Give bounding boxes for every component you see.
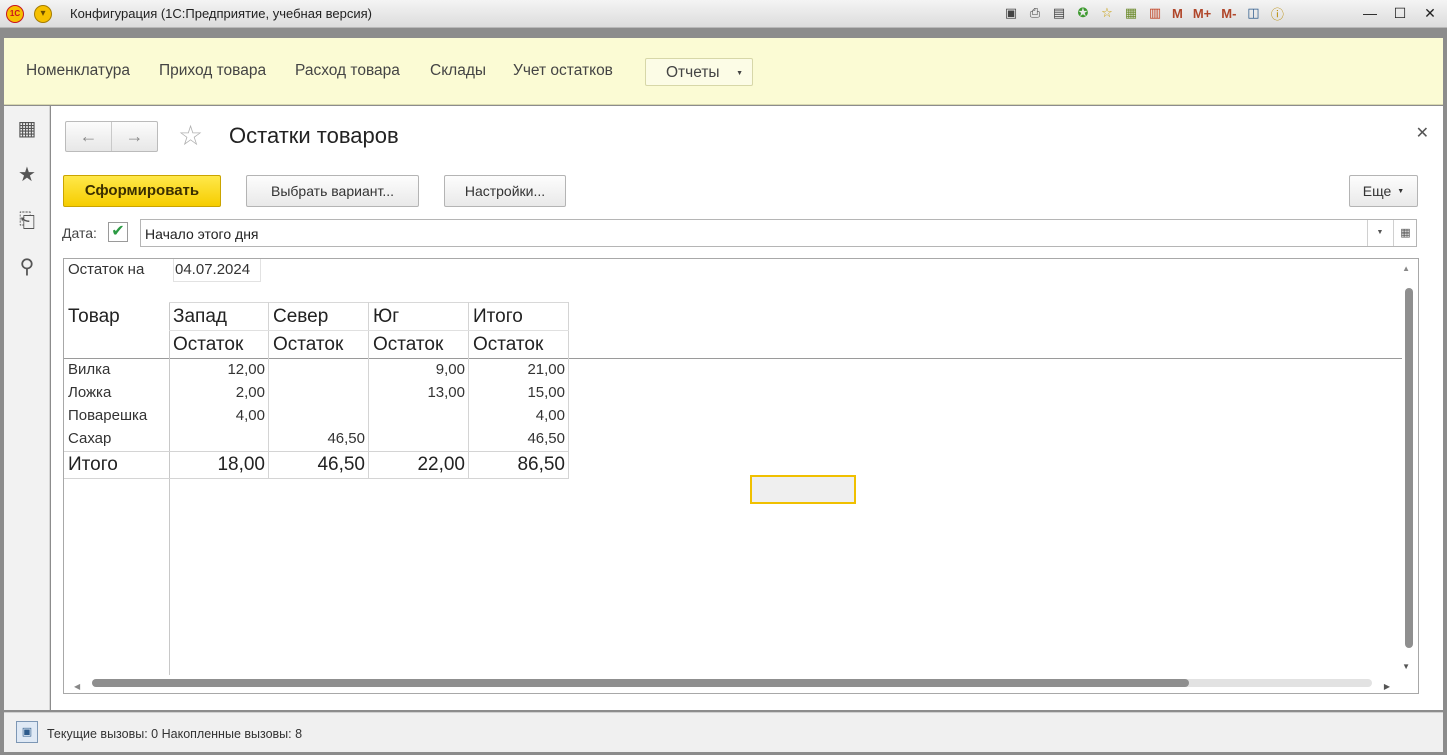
left-nav-panel: ▦ ★ ⎗ ⚲	[4, 106, 50, 710]
column-header-west: Запад	[173, 306, 227, 327]
preview-icon[interactable]: ▤	[1050, 4, 1068, 22]
panel-layout-icon[interactable]: ◫	[1244, 4, 1262, 22]
total-label: Итого	[68, 454, 118, 475]
subheader-north: Остаток	[273, 334, 344, 355]
section-goods-receipt[interactable]: Приход товара	[159, 62, 266, 80]
cell-value: 13,00	[427, 384, 465, 401]
scroll-down-icon[interactable]: ▼	[1402, 662, 1410, 671]
maximize-icon[interactable]: ☐	[1391, 3, 1409, 23]
choose-variant-button[interactable]: Выбрать вариант...	[246, 175, 419, 207]
main-menu-icon[interactable]: ▾	[34, 5, 52, 23]
generate-button[interactable]: Сформировать	[63, 175, 221, 207]
balance-label: Остаток на	[68, 261, 145, 278]
column-header-total: Итого	[473, 306, 523, 327]
cell-value: 15,00	[527, 384, 565, 401]
total-value: 22,00	[417, 454, 465, 475]
calendar-picker-icon[interactable]: ▦	[1393, 220, 1417, 246]
horizontal-scrollbar[interactable]	[92, 679, 1189, 687]
total-value: 46,50	[317, 454, 365, 475]
subheader-total: Остаток	[473, 334, 544, 355]
subheader-west: Остаток	[173, 334, 244, 355]
window-controls: — ☐ ✕	[1361, 3, 1439, 23]
report-form: ← → ☆ Остатки товаров ✕ Сформировать Выб…	[51, 106, 1443, 710]
subheader-south: Остаток	[373, 334, 444, 355]
column-header-north: Север	[273, 306, 329, 327]
section-nomenclature[interactable]: Номенклатура	[26, 62, 130, 80]
reports-menu-label: Отчеты	[666, 64, 720, 81]
status-bar: ▣ Текущие вызовы: 0 Накопленные вызовы: …	[4, 712, 1443, 752]
title-bar: 1C ▾ Конфигурация (1С:Предприятие, учебн…	[0, 0, 1447, 28]
close-window-icon[interactable]: ✕	[1421, 3, 1439, 23]
total-value: 86,50	[517, 454, 565, 475]
chevron-down-icon: ▼	[736, 70, 743, 77]
cell-value: 4,00	[535, 407, 565, 424]
more-button[interactable]: Еще ▼	[1349, 175, 1418, 207]
toolbar: ▣ ⎙ ▤ ✪ ☆ ▦ ▥ M M+ M- ◫ ⓘ	[1002, 4, 1286, 22]
row-label: Вилка	[68, 361, 111, 378]
cell-value: 21,00	[527, 361, 565, 378]
reports-menu-button[interactable]: Отчеты ▼	[645, 58, 753, 86]
section-stock-accounting[interactable]: Учет остатков	[513, 62, 613, 80]
apps-grid-icon[interactable]: ▦	[16, 118, 38, 140]
window-title: Конфигурация (1С:Предприятие, учебная ве…	[70, 6, 372, 21]
report-spreadsheet[interactable]: Остаток на 04.07.2024 Товар Запад Север …	[63, 258, 1419, 694]
date-field[interactable]: Начало этого дня	[140, 219, 1417, 247]
cell-value: 9,00	[435, 361, 465, 378]
forward-arrow-icon[interactable]: →	[112, 122, 157, 151]
status-text: Текущие вызовы: 0 Накопленные вызовы: 8	[47, 727, 303, 741]
calendar-icon[interactable]: ▥	[1146, 4, 1164, 22]
cell-value: 2,00	[235, 384, 265, 401]
minimize-icon[interactable]: —	[1361, 3, 1379, 23]
calculator-icon[interactable]: ▦	[1122, 4, 1140, 22]
favorite-star-icon[interactable]: ☆	[178, 121, 203, 151]
cell-value: 46,50	[527, 430, 565, 447]
memory-subtract-button[interactable]: M-	[1219, 6, 1238, 21]
scroll-right-icon[interactable]: ▶	[1384, 682, 1390, 691]
section-warehouses[interactable]: Склады	[430, 62, 486, 80]
app-logo-icon[interactable]: 1C	[6, 5, 24, 23]
row-label: Ложка	[68, 384, 112, 401]
print-icon[interactable]: ⎙	[1026, 4, 1044, 22]
date-label: Дата:	[62, 225, 97, 241]
cell-value: 4,00	[235, 407, 265, 424]
history-icon[interactable]: ⎗	[16, 210, 38, 232]
dropdown-arrow-icon[interactable]: ▼	[1367, 220, 1392, 246]
row-header: Товар	[68, 306, 120, 327]
balance-date: 04.07.2024	[173, 259, 261, 282]
add-favorite-icon[interactable]: ✪	[1074, 4, 1092, 22]
cell-value: 12,00	[227, 361, 265, 378]
scroll-left-icon[interactable]: ◀	[74, 682, 80, 691]
total-value: 18,00	[217, 454, 265, 475]
column-header-south: Юг	[373, 306, 400, 327]
page-title: Остатки товаров	[229, 123, 399, 148]
favorites-icon[interactable]: ☆	[1098, 4, 1116, 22]
row-label: Сахар	[68, 430, 112, 447]
save-icon[interactable]: ▣	[1002, 4, 1020, 22]
vertical-scrollbar[interactable]	[1405, 288, 1413, 648]
back-arrow-icon[interactable]: ←	[66, 122, 112, 151]
date-checkbox[interactable]: ✔	[108, 222, 128, 242]
total-bottom-line	[64, 478, 569, 479]
close-icon[interactable]: ✕	[1416, 123, 1429, 143]
sections-panel: Номенклатура Приход товара Расход товара…	[4, 38, 1443, 105]
history-nav: ← →	[65, 121, 158, 152]
row-label: Поварешка	[68, 407, 148, 424]
selected-cell[interactable]	[750, 475, 856, 504]
search-icon[interactable]: ⚲	[16, 256, 38, 278]
memory-store-button[interactable]: M	[1170, 6, 1185, 21]
more-button-label: Еще	[1362, 183, 1392, 199]
memory-add-button[interactable]: M+	[1191, 6, 1213, 21]
chevron-down-icon: ▼	[1397, 188, 1405, 196]
scroll-up-icon[interactable]: ▲	[1402, 264, 1410, 273]
server-calls-icon[interactable]: ▣	[16, 721, 38, 743]
info-icon[interactable]: ⓘ	[1268, 4, 1286, 22]
settings-button[interactable]: Настройки...	[444, 175, 566, 207]
favorites-star-icon[interactable]: ★	[16, 164, 38, 186]
cell-value: 46,50	[327, 430, 365, 447]
section-goods-expense[interactable]: Расход товара	[295, 62, 400, 80]
